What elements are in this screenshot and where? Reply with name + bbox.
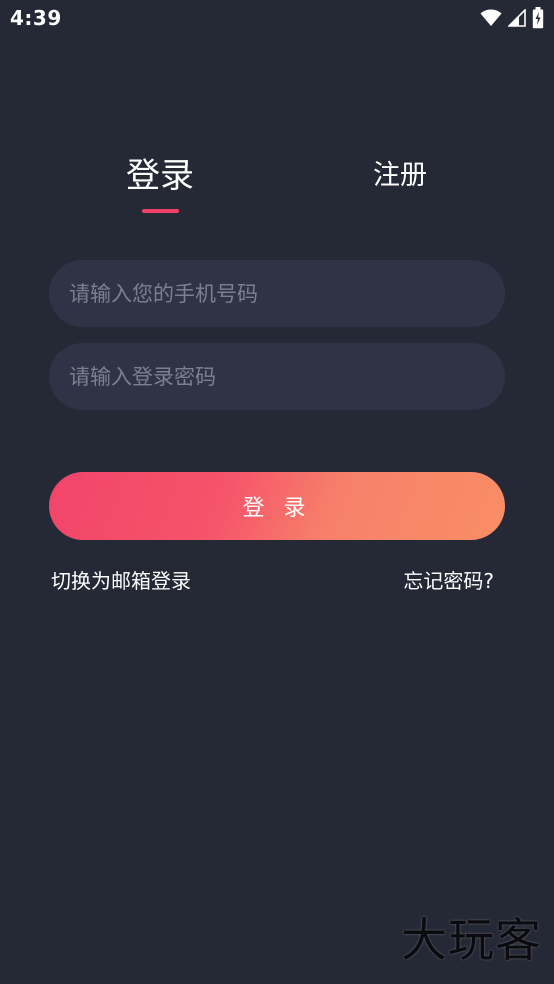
password-field — [49, 343, 505, 410]
auth-tabs: 登录 注册 — [0, 150, 554, 220]
switch-email-login-link[interactable]: 切换为邮箱登录 — [51, 565, 191, 594]
tab-register[interactable]: 注册 — [350, 150, 450, 202]
status-bar: 4:39 — [0, 0, 554, 38]
phone-input[interactable] — [49, 260, 505, 327]
tab-login[interactable]: 登录 — [110, 150, 210, 213]
tab-active-indicator — [142, 209, 179, 213]
phone-field — [49, 260, 505, 327]
signal-icon — [507, 8, 526, 31]
battery-icon — [532, 7, 544, 33]
status-icons — [480, 7, 544, 33]
watermark-logo: 大玩客 — [401, 913, 542, 967]
wifi-icon — [480, 9, 502, 31]
tab-register-label: 注册 — [373, 160, 427, 191]
forgot-password-link[interactable]: 忘记密码? — [403, 565, 494, 594]
password-input[interactable] — [49, 343, 505, 410]
tab-login-label: 登录 — [126, 156, 194, 196]
status-time: 4:39 — [10, 6, 62, 30]
login-button[interactable]: 登 录 — [49, 472, 505, 540]
